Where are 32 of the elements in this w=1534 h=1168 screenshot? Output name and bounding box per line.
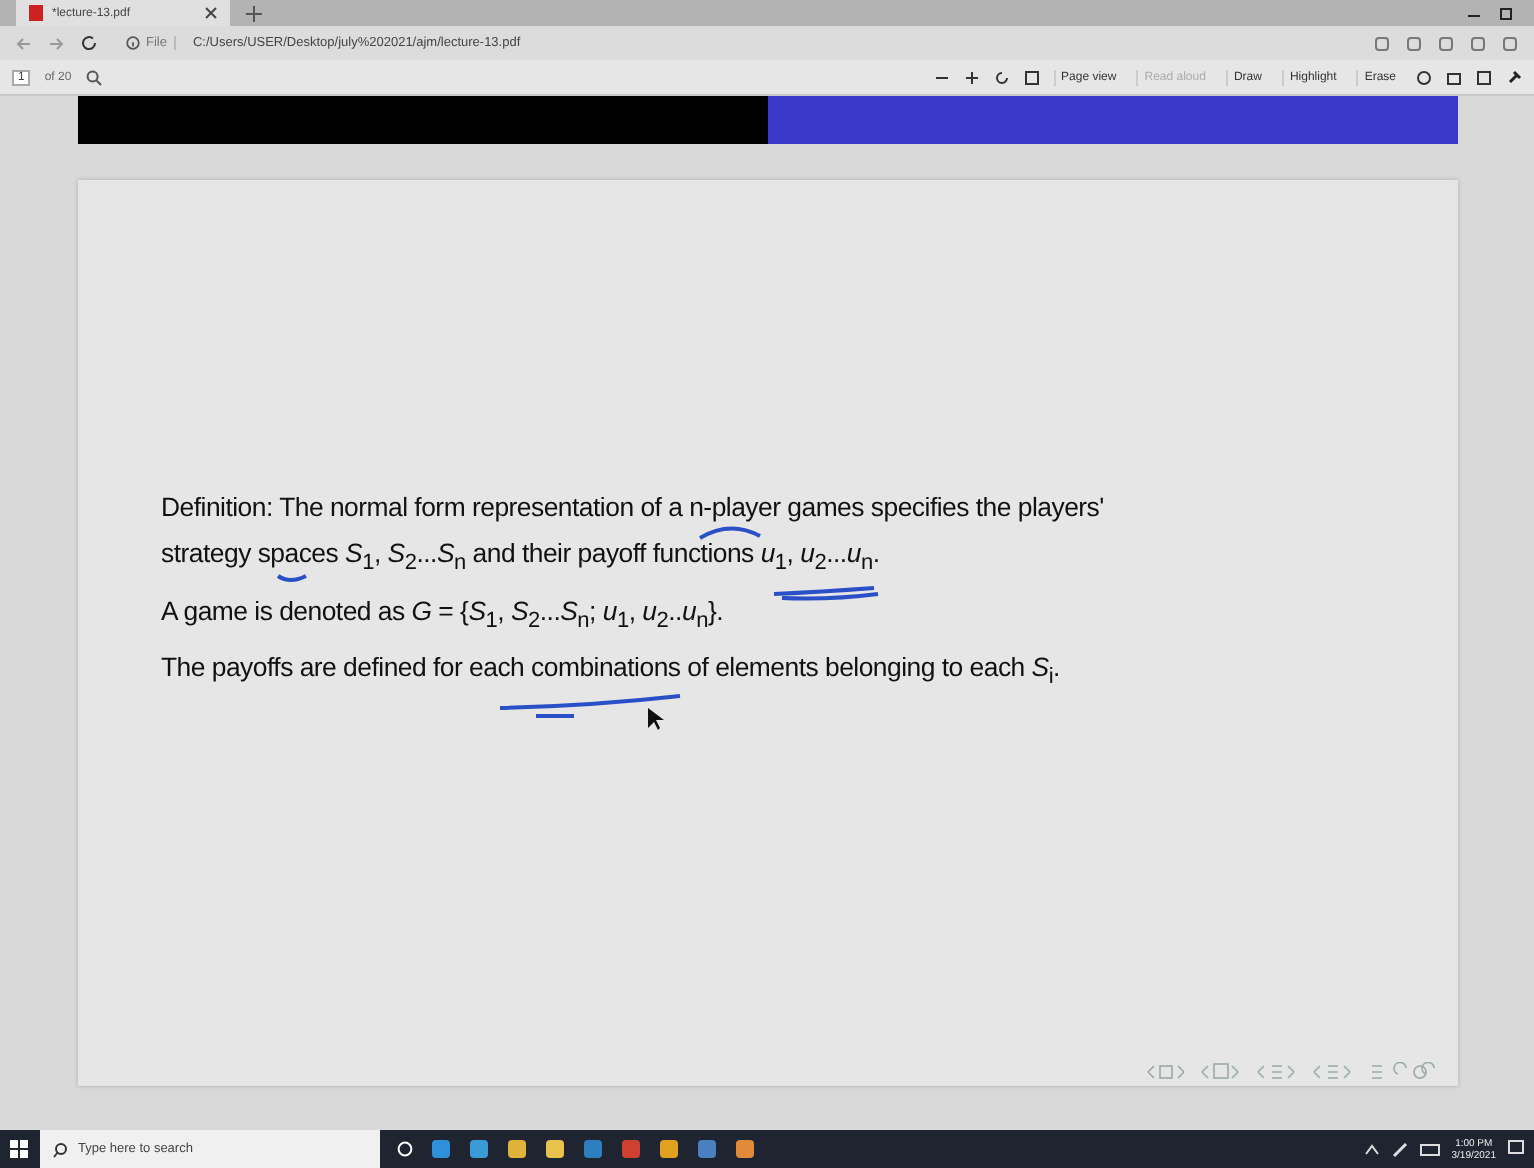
toolbar-icon[interactable] xyxy=(1416,69,1432,85)
taskbar-app-icon[interactable] xyxy=(468,1138,490,1160)
search-icon xyxy=(52,1141,68,1157)
maximize-icon[interactable] xyxy=(1498,5,1514,21)
taskbar-app-icon[interactable] xyxy=(658,1138,680,1160)
slide-text-line: A game is denoted as G = {S$_{1}$, S$_{2}$...S$_{n}$; u$_{1}$, u$_{2}$..u$_{n}$}. xyxy=(161,593,726,637)
taskbar-app-icon[interactable] xyxy=(544,1138,566,1160)
slide-text-line: strategy spaces S$_{1}$, S$_{2}$...S$_{n}$ and their payoff functions u$_{1}$, u$_{2}$...u$_{n}$. xyxy=(161,536,882,580)
zoom-in-icon[interactable] xyxy=(963,69,980,85)
close-icon[interactable] xyxy=(204,6,218,20)
task-view-icon[interactable] xyxy=(396,1140,414,1158)
print-icon[interactable] xyxy=(1446,69,1462,85)
keyboard-icon[interactable] xyxy=(1419,1141,1440,1157)
save-icon[interactable] xyxy=(1476,69,1492,85)
pen-icon[interactable] xyxy=(1391,1141,1408,1157)
search-icon[interactable] xyxy=(85,69,102,85)
taskbar-app-icon[interactable] xyxy=(734,1138,756,1160)
new-tab-icon[interactable] xyxy=(246,5,262,21)
mouse-pointer-icon xyxy=(647,708,663,732)
slide-text-line: Definition: The normal form representation of a n-player games specifies the players' xyxy=(161,490,1106,526)
info-icon[interactable] xyxy=(126,36,140,50)
taskbar-app-icon[interactable] xyxy=(430,1138,452,1160)
pdf-file-icon xyxy=(28,4,44,22)
rotate-icon[interactable] xyxy=(993,69,1010,85)
taskbar-app-icon[interactable] xyxy=(506,1138,528,1160)
notification-icon[interactable] xyxy=(1508,1140,1524,1158)
slide-text-line: The payoffs are defined for each combinations of elements belonging to each S$_{i}$. xyxy=(161,650,1062,694)
fit-page-icon[interactable] xyxy=(1023,69,1040,85)
taskbar-app-icon[interactable] xyxy=(696,1138,718,1160)
chevron-up-icon[interactable] xyxy=(1363,1141,1380,1157)
refresh-icon[interactable] xyxy=(80,34,98,52)
windows-start-icon[interactable] xyxy=(10,1140,28,1158)
